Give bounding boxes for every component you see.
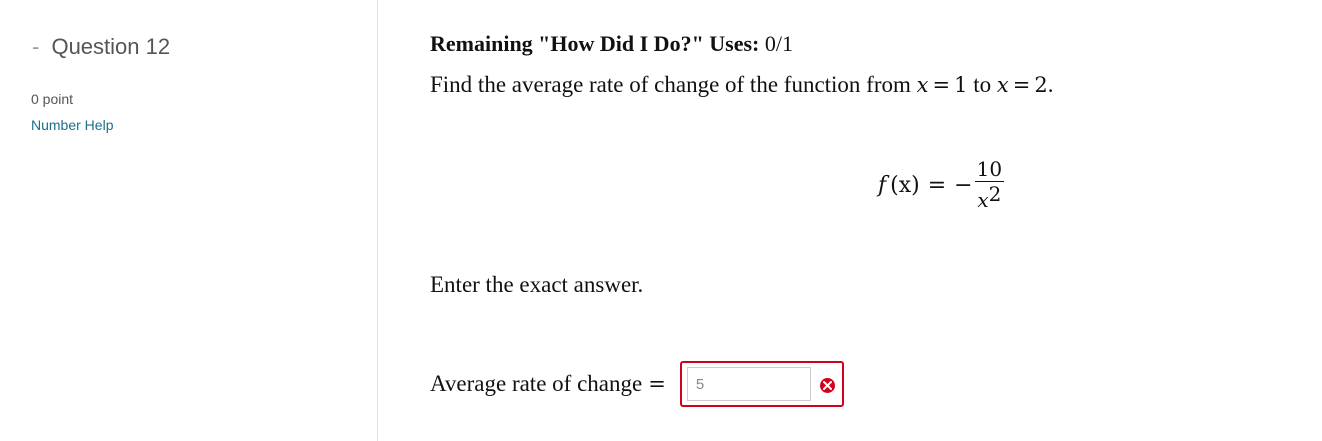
error-x-icon [819,378,835,393]
question-prompt: Find the average rate of change of the f… [430,72,1053,98]
answer-instruction: Enter the exact answer. [430,272,644,297]
prompt-eq1: = [932,73,951,97]
number-help-link[interactable]: Number Help [31,117,113,133]
answer-label-text: Average rate of change [430,371,643,396]
formula-denominator: x2 [977,182,1001,212]
prompt-period: . [1047,72,1054,97]
question-title-label: Question 12 [51,34,171,59]
formula-arg: (x) [890,172,920,198]
function-formula: f (x) = − 10 x2 [878,150,1005,220]
prompt-val2: 2 [1034,73,1048,97]
prompt-text: Find the average rate of change of the f… [430,72,911,97]
prompt-val1: 1 [954,73,968,97]
formula-sign: − [954,172,973,198]
formula-numerator: 10 [974,157,1005,182]
formula-equals: = [927,172,947,198]
formula-denominator-base: x [977,188,989,212]
answer-label: Average rate of change = [430,371,666,397]
answer-box-incorrect [679,361,844,407]
formula-fn-name: f [878,172,887,198]
question-title: - Question 12 [32,34,170,60]
answer-row: Average rate of change = [430,360,844,408]
prompt-var-x1: x [916,73,929,97]
remaining-uses-label: Remaining "How Did I Do?" Uses: [430,31,760,56]
formula-denominator-exp: 2 [988,182,1002,206]
question-points: 0 point [31,91,74,107]
question-page: - Question 12 0 point Number Help Remain… [0,0,1322,441]
answer-label-equals: = [648,372,666,396]
prompt-eq2: = [1012,73,1031,97]
collapse-dash-icon[interactable]: - [32,34,39,59]
remaining-uses: Remaining "How Did I Do?" Uses: 0/1 [430,31,793,57]
prompt-to: to [973,72,992,97]
prompt-var-x2: x [996,73,1009,97]
question-sidebar: - Question 12 0 point Number Help [0,0,378,441]
remaining-uses-value: 0/1 [764,31,794,56]
answer-input[interactable] [686,367,811,401]
formula-fraction: 10 x2 [974,157,1005,212]
question-content: Remaining "How Did I Do?" Uses: 0/1 Find… [430,0,1310,441]
